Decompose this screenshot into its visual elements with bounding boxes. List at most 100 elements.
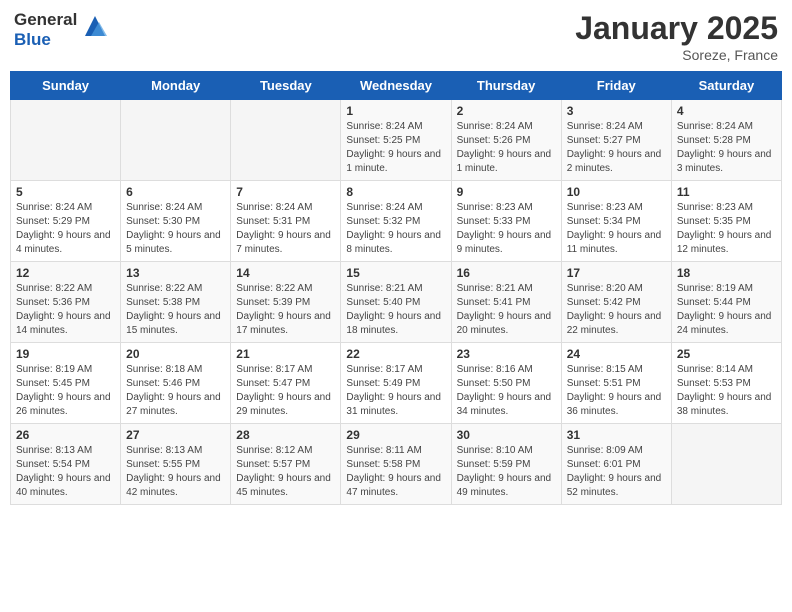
- weekday-header-saturday: Saturday: [671, 72, 781, 100]
- page-header: General Blue January 2025 Soreze, France: [10, 10, 782, 63]
- day-detail: Sunrise: 8:10 AM Sunset: 5:59 PM Dayligh…: [457, 444, 556, 500]
- calendar-cell: 27Sunrise: 8:13 AM Sunset: 5:55 PM Dayli…: [121, 424, 231, 505]
- day-detail: Sunrise: 8:17 AM Sunset: 5:49 PM Dayligh…: [346, 363, 445, 419]
- calendar-cell: 17 Sunrise: 8:20 AM Sunset: 5:42 PM Dayli…: [561, 262, 671, 343]
- calendar-cell: 4 Sunrise: 8:24 AM Sunset: 5:28 PM Daylig…: [671, 100, 781, 181]
- calendar-week-row: 12 Sunrise: 8:22 AM Sunset: 5:36 PM Dayli…: [11, 262, 782, 343]
- day-number: 17: [567, 266, 666, 280]
- day-detail: Sunrise: 8:24 AM Sunset: 5:26 PM Dayligh…: [457, 120, 556, 176]
- day-number: 22: [346, 347, 445, 361]
- day-detail: Sunrise: 8:22 AM Sunset: 5:36 PM Dayligh…: [16, 282, 115, 338]
- day-number: 12: [16, 266, 115, 280]
- day-detail: Sunrise: 8:19 AM Sunset: 5:44 PM Dayligh…: [677, 282, 776, 338]
- calendar-cell: 5 Sunrise: 8:24 AM Sunset: 5:29 PM Daylig…: [11, 181, 121, 262]
- day-number: 1: [346, 104, 445, 118]
- day-detail: Sunrise: 8:16 AM Sunset: 5:50 PM Dayligh…: [457, 363, 556, 419]
- weekday-header-wednesday: Wednesday: [341, 72, 451, 100]
- calendar-cell: 29 Sunrise: 8:11 AM Sunset: 5:58 PM Dayli…: [341, 424, 451, 505]
- day-number: 28: [236, 428, 335, 442]
- day-number: 16: [457, 266, 556, 280]
- day-number: 11: [677, 185, 776, 199]
- calendar-cell: 12 Sunrise: 8:22 AM Sunset: 5:36 PM Dayli…: [11, 262, 121, 343]
- day-number: 29: [346, 428, 445, 442]
- calendar-cell: 25Sunrise: 8:14 AM Sunset: 5:53 PM Dayli…: [671, 343, 781, 424]
- month-title: January 2025: [575, 10, 778, 47]
- calendar-cell: 31Sunrise: 8:09 AM Sunset: 6:01 PM Dayli…: [561, 424, 671, 505]
- day-detail: Sunrise: 8:21 AM Sunset: 5:40 PM Dayligh…: [346, 282, 445, 338]
- day-detail: Sunrise: 8:12 AM Sunset: 5:57 PM Dayligh…: [236, 444, 335, 500]
- calendar-cell: 3 Sunrise: 8:24 AM Sunset: 5:27 PM Daylig…: [561, 100, 671, 181]
- day-number: 20: [126, 347, 225, 361]
- day-detail: Sunrise: 8:15 AM Sunset: 5:51 PM Dayligh…: [567, 363, 666, 419]
- day-detail: Sunrise: 8:18 AM Sunset: 5:46 PM Dayligh…: [126, 363, 225, 419]
- weekday-header-row: SundayMondayTuesdayWednesdayThursdayFrid…: [11, 72, 782, 100]
- logo: General Blue: [14, 10, 109, 51]
- calendar-cell: [121, 100, 231, 181]
- calendar-cell: [231, 100, 341, 181]
- calendar-cell: 21 Sunrise: 8:17 AM Sunset: 5:47 PM Dayli…: [231, 343, 341, 424]
- calendar-cell: 7Sunrise: 8:24 AM Sunset: 5:31 PM Daylig…: [231, 181, 341, 262]
- day-number: 10: [567, 185, 666, 199]
- day-detail: Sunrise: 8:22 AM Sunset: 5:38 PM Dayligh…: [126, 282, 225, 338]
- calendar-cell: 15 Sunrise: 8:21 AM Sunset: 5:40 PM Dayli…: [341, 262, 451, 343]
- calendar-cell: 6 Sunrise: 8:24 AM Sunset: 5:30 PM Daylig…: [121, 181, 231, 262]
- day-detail: Sunrise: 8:13 AM Sunset: 5:54 PM Dayligh…: [16, 444, 115, 500]
- day-detail: Sunrise: 8:23 AM Sunset: 5:34 PM Dayligh…: [567, 201, 666, 257]
- calendar-week-row: 19Sunrise: 8:19 AM Sunset: 5:45 PM Dayli…: [11, 343, 782, 424]
- calendar-cell: 8Sunrise: 8:24 AM Sunset: 5:32 PM Daylig…: [341, 181, 451, 262]
- calendar-cell: 20 Sunrise: 8:18 AM Sunset: 5:46 PM Dayli…: [121, 343, 231, 424]
- location: Soreze, France: [575, 47, 778, 63]
- day-number: 2: [457, 104, 556, 118]
- day-number: 13: [126, 266, 225, 280]
- day-detail: Sunrise: 8:24 AM Sunset: 5:28 PM Dayligh…: [677, 120, 776, 176]
- calendar-cell: 13 Sunrise: 8:22 AM Sunset: 5:38 PM Dayli…: [121, 262, 231, 343]
- day-detail: Sunrise: 8:24 AM Sunset: 5:25 PM Dayligh…: [346, 120, 445, 176]
- day-detail: Sunrise: 8:17 AM Sunset: 5:47 PM Dayligh…: [236, 363, 335, 419]
- weekday-header-monday: Monday: [121, 72, 231, 100]
- calendar-cell: [11, 100, 121, 181]
- calendar-cell: 9 Sunrise: 8:23 AM Sunset: 5:33 PM Daylig…: [451, 181, 561, 262]
- day-detail: Sunrise: 8:11 AM Sunset: 5:58 PM Dayligh…: [346, 444, 445, 500]
- weekday-header-thursday: Thursday: [451, 72, 561, 100]
- day-number: 19: [16, 347, 115, 361]
- day-number: 7: [236, 185, 335, 199]
- calendar-cell: 10 Sunrise: 8:23 AM Sunset: 5:34 PM Dayli…: [561, 181, 671, 262]
- day-detail: Sunrise: 8:23 AM Sunset: 5:33 PM Dayligh…: [457, 201, 556, 257]
- day-detail: Sunrise: 8:24 AM Sunset: 5:30 PM Dayligh…: [126, 201, 225, 257]
- calendar-cell: 18 Sunrise: 8:19 AM Sunset: 5:44 PM Dayli…: [671, 262, 781, 343]
- weekday-header-friday: Friday: [561, 72, 671, 100]
- calendar-cell: 28 Sunrise: 8:12 AM Sunset: 5:57 PM Dayli…: [231, 424, 341, 505]
- calendar-cell: 2 Sunrise: 8:24 AM Sunset: 5:26 PM Daylig…: [451, 100, 561, 181]
- day-number: 27: [126, 428, 225, 442]
- day-number: 24: [567, 347, 666, 361]
- logo-blue: Blue: [14, 30, 77, 50]
- day-number: 23: [457, 347, 556, 361]
- logo-general: General: [14, 10, 77, 30]
- calendar-table: SundayMondayTuesdayWednesdayThursdayFrid…: [10, 71, 782, 505]
- calendar-cell: 14 Sunrise: 8:22 AM Sunset: 5:39 PM Dayli…: [231, 262, 341, 343]
- day-number: 14: [236, 266, 335, 280]
- day-number: 9: [457, 185, 556, 199]
- calendar-week-row: 5 Sunrise: 8:24 AM Sunset: 5:29 PM Daylig…: [11, 181, 782, 262]
- day-detail: Sunrise: 8:24 AM Sunset: 5:27 PM Dayligh…: [567, 120, 666, 176]
- day-number: 5: [16, 185, 115, 199]
- day-number: 18: [677, 266, 776, 280]
- day-detail: Sunrise: 8:22 AM Sunset: 5:39 PM Dayligh…: [236, 282, 335, 338]
- day-detail: Sunrise: 8:14 AM Sunset: 5:53 PM Dayligh…: [677, 363, 776, 419]
- calendar-cell: 24 Sunrise: 8:15 AM Sunset: 5:51 PM Dayli…: [561, 343, 671, 424]
- calendar-week-row: 1 Sunrise: 8:24 AM Sunset: 5:25 PM Daylig…: [11, 100, 782, 181]
- calendar-cell: 16 Sunrise: 8:21 AM Sunset: 5:41 PM Dayli…: [451, 262, 561, 343]
- day-number: 6: [126, 185, 225, 199]
- day-number: 21: [236, 347, 335, 361]
- day-number: 3: [567, 104, 666, 118]
- calendar-cell: 30 Sunrise: 8:10 AM Sunset: 5:59 PM Dayli…: [451, 424, 561, 505]
- day-detail: Sunrise: 8:24 AM Sunset: 5:29 PM Dayligh…: [16, 201, 115, 257]
- day-number: 30: [457, 428, 556, 442]
- calendar-cell: 23 Sunrise: 8:16 AM Sunset: 5:50 PM Dayli…: [451, 343, 561, 424]
- day-detail: Sunrise: 8:20 AM Sunset: 5:42 PM Dayligh…: [567, 282, 666, 338]
- day-number: 31: [567, 428, 666, 442]
- day-detail: Sunrise: 8:21 AM Sunset: 5:41 PM Dayligh…: [457, 282, 556, 338]
- day-number: 15: [346, 266, 445, 280]
- day-number: 8: [346, 185, 445, 199]
- day-number: 4: [677, 104, 776, 118]
